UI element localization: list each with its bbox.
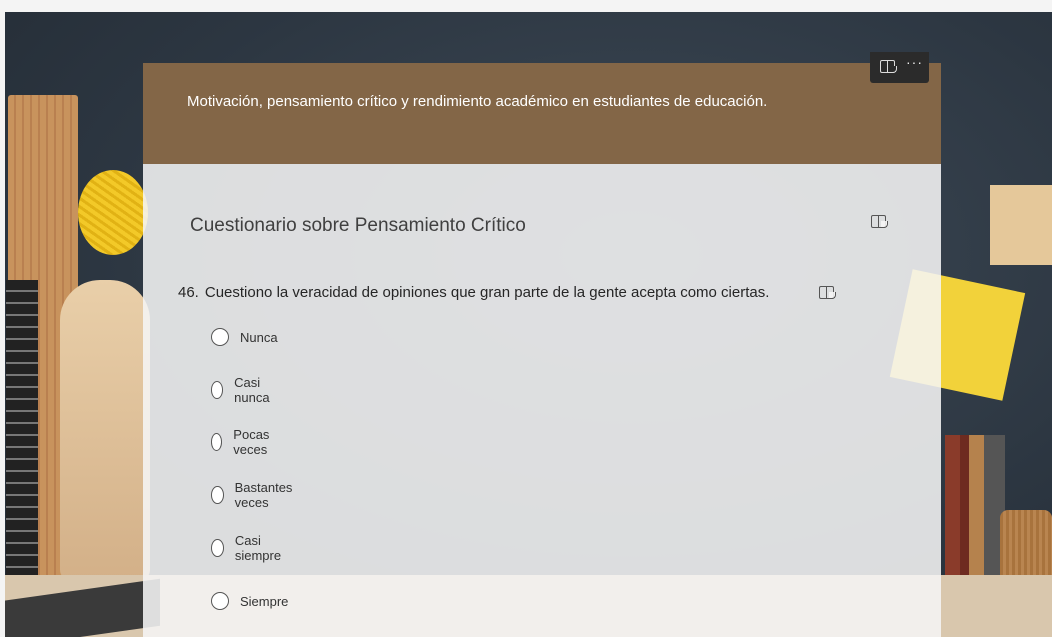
option-label: Casi nunca	[234, 375, 270, 405]
radio-button[interactable]	[211, 592, 229, 610]
yarn-ball-decoration	[78, 170, 148, 255]
radio-button[interactable]	[211, 328, 229, 346]
radio-button[interactable]	[211, 381, 224, 399]
option-label: Casi siempre	[234, 533, 282, 563]
paper-decoration	[990, 185, 1052, 265]
option-casi-nunca[interactable]: Casi nunca	[211, 375, 275, 405]
spiral-notebook-decoration	[6, 280, 38, 580]
form-body: Cuestionario sobre Pensamiento Crítico 4…	[143, 164, 941, 637]
top-margin	[0, 0, 1052, 12]
option-casi-siempre[interactable]: Casi siempre	[211, 533, 286, 563]
option-bastantes-veces[interactable]: Bastantes veces	[211, 480, 298, 510]
form-header: Motivación, pensamiento crítico y rendim…	[143, 63, 941, 164]
immersive-reader-icon[interactable]	[819, 286, 836, 300]
option-label: Pocas veces	[233, 427, 270, 457]
immersive-reader-icon[interactable]	[880, 60, 897, 74]
radio-button[interactable]	[211, 539, 224, 557]
option-label: Nunca	[240, 329, 278, 345]
immersive-reader-icon[interactable]	[871, 215, 888, 229]
form-title: Motivación, pensamiento crítico y rendim…	[187, 93, 768, 110]
question-46: 46. Cuestiono la veracidad de opiniones q…	[178, 284, 769, 301]
option-nunca[interactable]: Nunca	[211, 326, 278, 348]
left-margin	[0, 0, 5, 637]
form-toolbar: ···	[870, 52, 929, 83]
option-pocas-veces[interactable]: Pocas veces	[211, 427, 276, 457]
option-label: Bastantes veces	[234, 480, 293, 510]
radio-button[interactable]	[211, 433, 223, 451]
section-title: Cuestionario sobre Pensamiento Crítico	[190, 215, 526, 236]
question-number: 46.	[178, 284, 199, 301]
form-card: Motivación, pensamiento crítico y rendim…	[143, 63, 941, 637]
more-options-icon[interactable]: ···	[906, 54, 923, 70]
wooden-hand-decoration	[60, 280, 150, 580]
radio-button[interactable]	[211, 486, 224, 504]
question-text: Cuestiono la veracidad de opiniones que …	[204, 284, 770, 301]
books-decoration	[945, 435, 1005, 595]
option-siempre[interactable]: Siempre	[211, 590, 288, 612]
option-label: Siempre	[240, 593, 289, 609]
